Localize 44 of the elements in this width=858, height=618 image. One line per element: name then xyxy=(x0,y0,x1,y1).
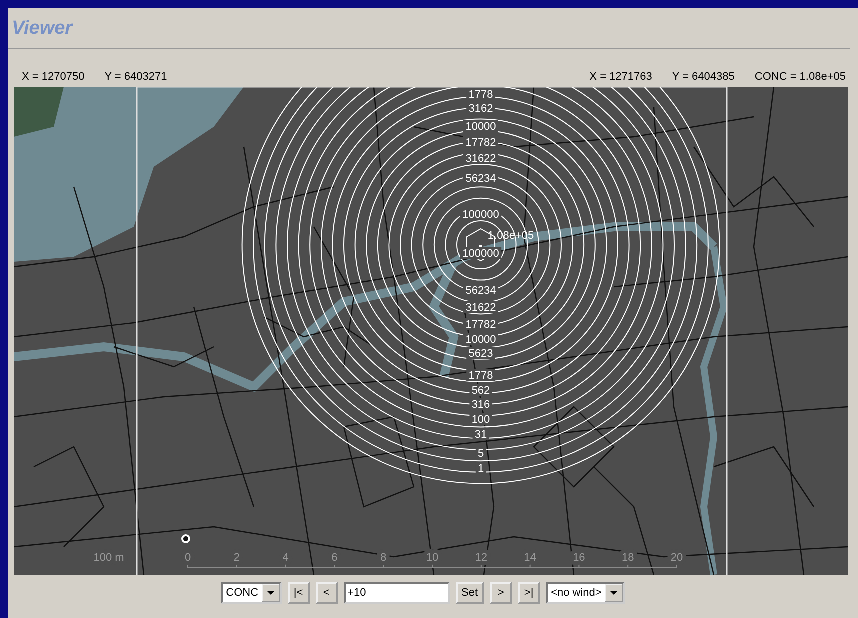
scale-tick-label: 0 xyxy=(184,552,192,564)
peak-y-readout: Y = 6404385 xyxy=(672,71,735,83)
scale-tick-label: 4 xyxy=(282,552,289,564)
scale-tick-label: 8 xyxy=(380,552,387,564)
contour-label: 17782 xyxy=(464,318,498,331)
contour-label: 31622 xyxy=(464,301,498,314)
contour-label: 31 xyxy=(472,428,490,441)
contour-label: 56234 xyxy=(464,172,498,185)
contour-label: 316 xyxy=(470,398,492,411)
contour-label: 31622 xyxy=(464,152,498,165)
contour-label: 3162 xyxy=(466,102,496,115)
scale-tick-label: 14 xyxy=(524,552,536,564)
window-title: Viewer xyxy=(8,8,850,49)
last-step-button[interactable]: >| xyxy=(518,582,540,604)
set-button[interactable]: Set xyxy=(456,582,484,604)
contour-label: 1778 xyxy=(466,369,496,382)
contour-label: 17782 xyxy=(464,136,498,149)
scale-tick-label: 16 xyxy=(573,552,586,564)
previous-step-button[interactable]: < xyxy=(316,582,338,604)
source-point-icon xyxy=(182,534,190,544)
scale-tick-label: 6 xyxy=(332,552,338,564)
peak-conc-readout: CONC = 1.08e+05 xyxy=(754,71,846,83)
next-step-button[interactable]: > xyxy=(490,582,512,604)
cursor-x-readout: X = 1270750 xyxy=(22,71,85,83)
contour-label: 10000 xyxy=(464,120,498,133)
step-input-field[interactable]: +10 xyxy=(344,582,450,604)
contour-label: 56234 xyxy=(464,284,498,297)
variable-select[interactable]: CONC xyxy=(221,582,282,604)
contour-label: 5 xyxy=(476,447,486,460)
scale-tick-label: 2 xyxy=(234,552,240,564)
contour-label: 100000 xyxy=(460,247,502,260)
peak-x-readout: X = 1271763 xyxy=(590,71,652,83)
contour-label: 100000 xyxy=(460,208,502,221)
contour-label: 5623 xyxy=(466,347,496,360)
first-step-button[interactable]: |< xyxy=(288,582,310,604)
contour-label: 100 xyxy=(470,413,492,426)
contour-label: 1 xyxy=(476,462,486,475)
wind-select[interactable]: <no wind> xyxy=(546,582,625,604)
scale-unit-label: 100 m xyxy=(94,552,124,564)
contour-label: 562 xyxy=(470,384,492,397)
cursor-y-readout: Y = 6403271 xyxy=(104,71,168,83)
contour-label: 1778 xyxy=(466,88,496,101)
scale-tick-label: 18 xyxy=(622,552,634,564)
contour-label: 10000 xyxy=(464,333,498,346)
